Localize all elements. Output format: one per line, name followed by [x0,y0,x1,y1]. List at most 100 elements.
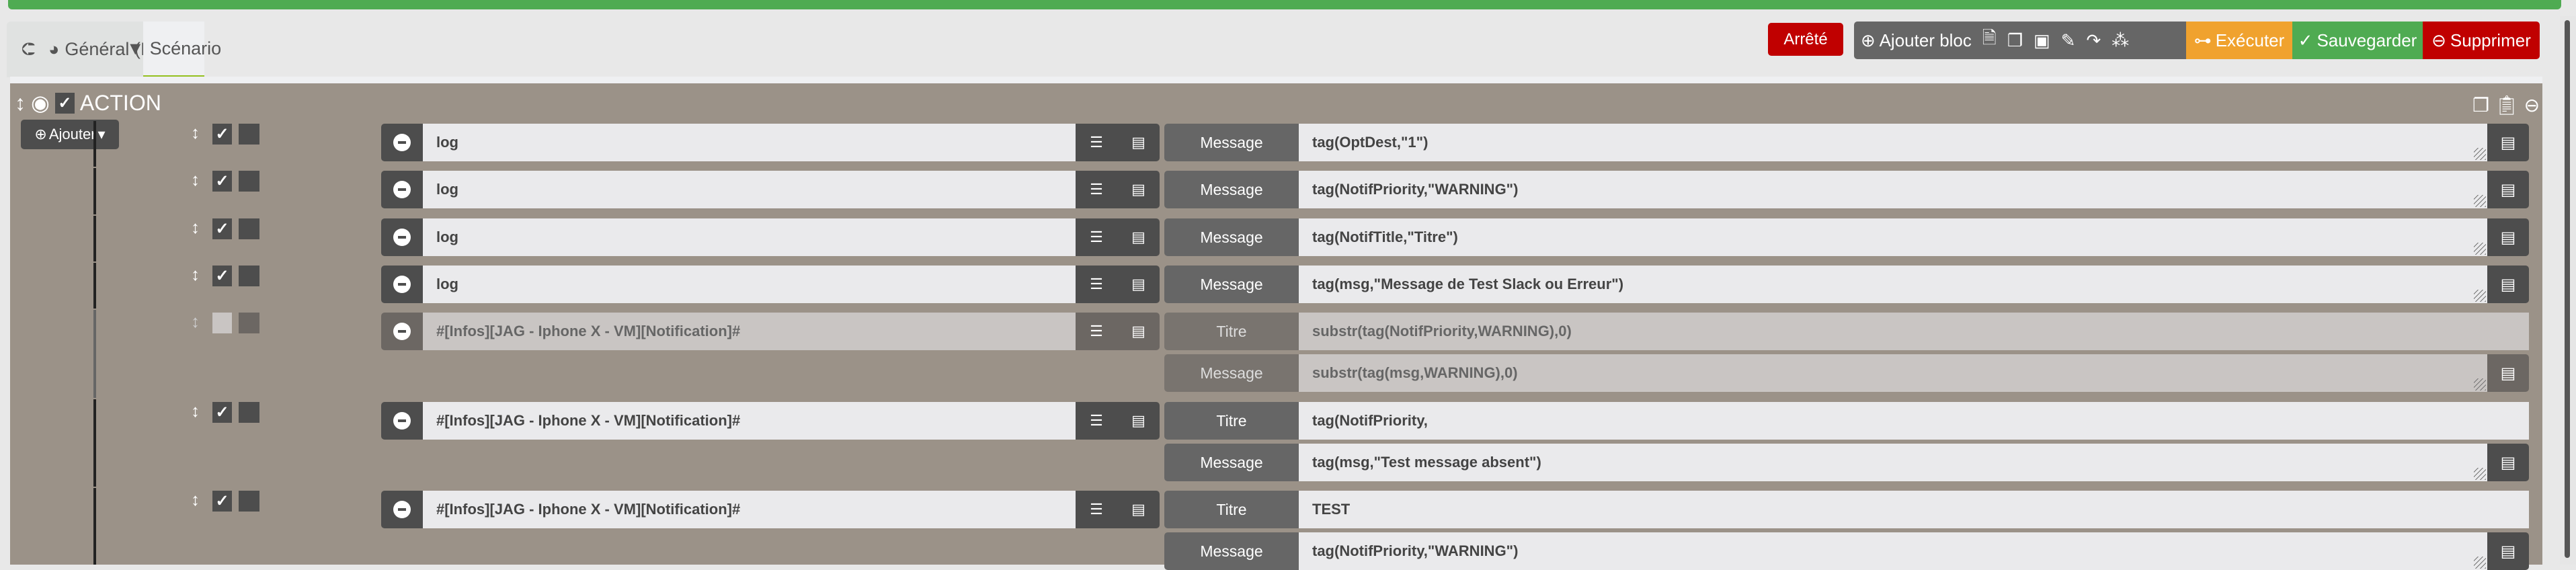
edit-icon[interactable]: ✎ [2061,30,2076,51]
list-icon[interactable]: ▤ [1131,229,1145,246]
action-expression-input[interactable]: #[Infos][JAG - Iphone X - VM][Notificati… [423,313,1076,350]
share-icon[interactable]: ↷ [2087,30,2101,51]
select-command-icon[interactable]: ☰ [1090,323,1103,340]
select-command-icon[interactable]: ☰ [1090,134,1103,151]
option-value-input[interactable]: TEST [1299,491,2529,528]
tab-scenario[interactable]: ▼ Scénario [126,22,221,77]
plus-circle-icon: ⊕ [1861,30,1876,50]
block-enabled-checkbox[interactable]: ✓ [54,92,75,114]
remove-action-button[interactable] [381,313,423,350]
remove-action-button[interactable] [381,266,423,303]
minus-circle-icon [393,276,411,293]
option-list-button[interactable]: ▤ [2487,266,2529,303]
option-value-input[interactable]: tag(NotifTitle,"Titre") [1299,218,2487,256]
enable-checkbox[interactable]: ✓ [212,266,232,286]
delete-button[interactable]: ⊖ Supprimer [2423,22,2540,59]
option-list-button[interactable]: ▤ [2487,444,2529,481]
list-icon[interactable]: ▤ [1131,323,1145,340]
select-command-icon[interactable]: ☰ [1090,276,1103,293]
resize-grip-icon[interactable] [2474,557,2486,569]
resize-grip-icon[interactable] [2474,148,2486,160]
select-command-icon[interactable]: ☰ [1090,229,1103,246]
parallel-checkbox[interactable] [239,171,259,192]
drag-handle-icon[interactable]: ↕ [191,489,200,510]
enable-checkbox[interactable]: ✓ [212,313,232,333]
back-button[interactable]: ⮈ [22,22,36,77]
dependencies-icon[interactable]: ⁂ [2111,30,2129,51]
row-separator-line [93,399,96,487]
option-list-button[interactable]: ▤ [2487,124,2529,161]
select-command-icon[interactable]: ☰ [1090,501,1103,518]
select-command-icon[interactable]: ☰ [1090,181,1103,198]
select-command-icon[interactable]: ☰ [1090,412,1103,430]
add-label: Ajouter [48,126,96,142]
action-expression-input[interactable]: #[Infos][JAG - Iphone X - VM][Notificati… [423,402,1076,440]
action-expression-input[interactable]: #[Infos][JAG - Iphone X - VM][Notificati… [423,491,1076,528]
resize-grip-icon[interactable] [2474,290,2486,302]
copy-icon[interactable]: ❐ [2007,30,2023,51]
option-value-input[interactable]: tag(msg,"Message de Test Slack ou Erreur… [1299,266,2487,303]
resize-grip-icon[interactable] [2474,243,2486,255]
list-icon[interactable]: ▤ [1131,412,1145,430]
option-label: Message [1164,266,1299,303]
action-expression-input[interactable]: log [423,124,1076,161]
option-value-input[interactable]: tag(NotifPriority,"WARNING") [1299,171,2487,208]
option-value-input[interactable]: substr(tag(msg,WARNING),0) [1299,354,2487,392]
list-icon[interactable]: ▤ [1131,134,1145,151]
drag-handle-icon[interactable]: ↕ [191,169,200,190]
copy-icon[interactable]: ❐ [2472,94,2489,116]
file-icon[interactable]: 🗎 [1982,26,1997,55]
resize-grip-icon[interactable] [2474,195,2486,207]
list-icon[interactable]: ▤ [1131,501,1145,518]
enable-checkbox[interactable]: ✓ [212,218,232,239]
resize-grip-icon[interactable] [2474,378,2486,391]
remove-action-button[interactable] [381,402,423,440]
enable-checkbox[interactable]: ✓ [212,124,232,145]
drag-handle-icon[interactable]: ↕ [15,91,26,116]
drag-handle-icon[interactable]: ↕ [191,311,200,332]
scrollbar[interactable] [2560,16,2576,565]
parallel-checkbox[interactable] [239,218,259,239]
paste-icon[interactable]: 📋︎ [2495,94,2519,116]
option-value-input[interactable]: tag(msg,"Test message absent") [1299,444,2487,481]
parallel-checkbox[interactable] [239,491,259,512]
add-block-button[interactable]: ⊕ Ajouter bloc [1861,30,1972,51]
drag-handle-icon[interactable]: ↕ [191,401,200,421]
option-value-input[interactable]: tag(NotifPriority, [1299,402,2529,440]
enable-checkbox[interactable]: ✓ [212,171,232,192]
remove-block-icon[interactable]: ⊖ [2524,94,2540,116]
action-expression-input[interactable]: log [423,266,1076,303]
action-tools: ☰ ▤ [1076,171,1160,208]
add-dropdown-button[interactable]: ⊕ Ajouter ▾ [21,120,119,149]
option-list-button[interactable]: ▤ [2487,354,2529,392]
enable-checkbox[interactable]: ✓ [212,402,232,423]
drag-handle-icon[interactable]: ↕ [191,122,200,143]
resize-grip-icon[interactable] [2474,468,2486,480]
drag-handle-icon[interactable]: ↕ [191,264,200,285]
scrollbar-thumb[interactable] [2565,20,2570,558]
remove-action-button[interactable] [381,491,423,528]
drag-handle-icon[interactable]: ↕ [191,217,200,238]
parallel-checkbox[interactable] [239,402,259,423]
action-tools: ☰ ▤ [1076,124,1160,161]
remove-action-button[interactable] [381,171,423,208]
list-icon[interactable]: ▤ [1131,181,1145,198]
option-value-input[interactable]: tag(OptDest,"1") [1299,124,2487,161]
parallel-checkbox[interactable] [239,124,259,145]
enable-checkbox[interactable]: ✓ [212,491,232,512]
option-list-button[interactable]: ▤ [2487,218,2529,256]
template-icon[interactable]: ▣ [2034,30,2050,51]
list-icon[interactable]: ▤ [1131,276,1145,293]
state-badge[interactable]: Arrêté [1768,23,1843,56]
eye-icon[interactable]: ◉ [31,90,50,116]
action-expression-input[interactable]: log [423,171,1076,208]
option-list-button[interactable]: ▤ [2487,171,2529,208]
remove-action-button[interactable] [381,124,423,161]
option-value-input[interactable]: substr(tag(NotifPriority,WARNING),0) [1299,313,2529,350]
remove-action-button[interactable] [381,218,423,256]
action-expression-input[interactable]: log [423,218,1076,256]
parallel-checkbox[interactable] [239,313,259,333]
parallel-checkbox[interactable] [239,266,259,286]
execute-button[interactable]: ⊶ Exécuter [2186,22,2292,59]
save-button[interactable]: ✓ Sauvegarder [2292,22,2423,59]
